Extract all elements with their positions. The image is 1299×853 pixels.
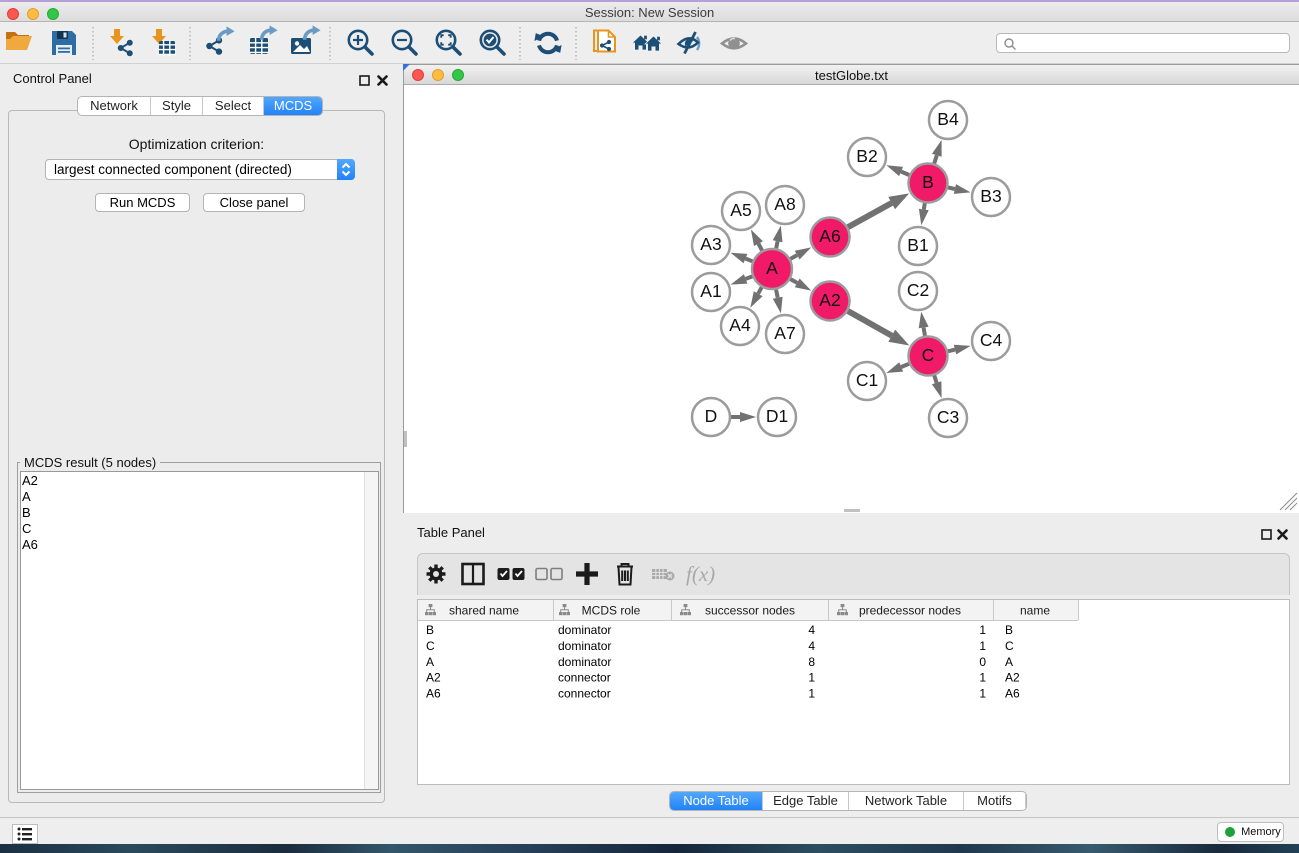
svg-text:B: B [922, 172, 934, 192]
svg-text:B4: B4 [937, 109, 959, 129]
svg-text:4: 4 [808, 639, 815, 653]
svg-text:A: A [1005, 655, 1013, 669]
svg-text:A5: A5 [730, 200, 751, 220]
svg-text:B: B [426, 623, 434, 637]
svg-text:4: 4 [808, 623, 815, 637]
svg-text:A: A [426, 655, 434, 669]
svg-text:B: B [1005, 623, 1013, 637]
svg-text:A: A [766, 258, 778, 278]
svg-text:successor nodes: successor nodes [705, 604, 795, 618]
svg-text:1: 1 [808, 671, 815, 685]
svg-text:predecessor nodes: predecessor nodes [859, 604, 961, 618]
svg-text:1: 1 [979, 639, 986, 653]
svg-text:1: 1 [979, 687, 986, 701]
svg-text:name: name [1020, 604, 1050, 618]
svg-text:A2: A2 [1005, 671, 1020, 685]
svg-text:A8: A8 [774, 194, 795, 214]
svg-text:dominator: dominator [558, 623, 611, 637]
svg-text:C1: C1 [856, 370, 878, 390]
svg-text:1: 1 [979, 671, 986, 685]
svg-text:C4: C4 [980, 330, 1003, 350]
svg-text:shared name: shared name [449, 604, 519, 618]
svg-text:A6: A6 [426, 687, 441, 701]
svg-text:MCDS role: MCDS role [582, 604, 641, 618]
svg-text:B1: B1 [907, 235, 928, 255]
svg-text:C2: C2 [907, 280, 929, 300]
svg-text:C: C [426, 639, 435, 653]
svg-text:D: D [705, 406, 718, 426]
svg-text:C3: C3 [937, 407, 959, 427]
svg-text:C: C [1005, 639, 1014, 653]
svg-text:1: 1 [808, 687, 815, 701]
svg-text:A1: A1 [700, 281, 721, 301]
svg-text:A7: A7 [774, 323, 795, 343]
svg-text:connector: connector [558, 671, 611, 685]
svg-text:0: 0 [979, 655, 986, 669]
svg-text:A6: A6 [1005, 687, 1020, 701]
svg-text:A4: A4 [729, 315, 751, 335]
svg-text:B3: B3 [980, 186, 1001, 206]
svg-text:A2: A2 [426, 671, 441, 685]
svg-text:dominator: dominator [558, 655, 611, 669]
svg-text:f(x): f(x) [686, 562, 715, 586]
svg-text:B2: B2 [856, 146, 877, 166]
svg-text:1: 1 [979, 623, 986, 637]
svg-text:connector: connector [558, 687, 611, 701]
svg-text:D1: D1 [766, 406, 788, 426]
svg-text:dominator: dominator [558, 639, 611, 653]
svg-text:8: 8 [808, 655, 815, 669]
svg-text:A3: A3 [700, 234, 721, 254]
svg-text:C: C [922, 345, 935, 365]
svg-text:A2: A2 [819, 290, 840, 310]
svg-text:A6: A6 [819, 226, 840, 246]
